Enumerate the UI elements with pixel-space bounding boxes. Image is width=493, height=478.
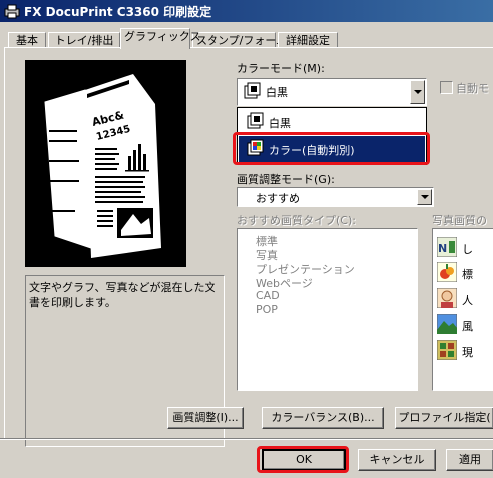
tab-graphics[interactable]: グラフィックス (120, 28, 200, 49)
photo-quality-item-label: 人 (462, 294, 473, 307)
color-mode-label: カラーモード(M): (237, 62, 325, 75)
auto-mode-label: 自動モ (456, 82, 489, 95)
tab-stamp-form[interactable]: スタンプ/フォーム (192, 32, 287, 48)
window-title: FX DocuPrint C3360 印刷設定 (24, 5, 212, 19)
photo-quality-list[interactable]: N し 標 人 風 現 (432, 228, 493, 391)
text-photo-icon: N (437, 237, 457, 257)
apply-button[interactable]: 適用 (446, 449, 493, 471)
list-item[interactable]: 現 (437, 340, 493, 362)
list-item[interactable]: 人 (437, 288, 493, 310)
recommended-types-label: おすすめ画質タイプ(C): (237, 214, 356, 227)
list-item[interactable]: 風 (437, 314, 493, 336)
photo-quality-label: 写真画質の (432, 214, 487, 227)
grid-icon (437, 340, 457, 360)
tab-tray-output[interactable]: トレイ/排出 (48, 32, 120, 48)
quality-adjust-button[interactable]: 画質調整(I)... (167, 407, 244, 429)
list-item[interactable]: 標 (437, 262, 493, 284)
separator (0, 438, 493, 440)
person-icon (437, 288, 457, 308)
option-label: 白黒 (269, 117, 291, 130)
color-mode-option-mono[interactable]: 白黒 (239, 109, 425, 135)
auto-mode-checkbox[interactable] (440, 81, 453, 94)
color-mode-option-color-auto[interactable]: カラー(自動判別) (239, 136, 425, 162)
cancel-button[interactable]: キャンセル (358, 449, 436, 471)
photo-quality-item-label: 標 (462, 268, 473, 281)
list-item[interactable]: N し (437, 237, 493, 259)
color-mode-value: 白黒 (266, 86, 288, 99)
color-mode-select[interactable]: 白黒 (237, 78, 427, 106)
recommended-types-list[interactable]: 標準 写真 プレゼンテーション Webページ CAD POP (237, 228, 418, 391)
chevron-down-icon[interactable] (417, 189, 432, 205)
photo-quality-item-label: 現 (462, 346, 473, 359)
ok-button[interactable]: OK (262, 449, 346, 471)
profile-button[interactable]: プロファイル指定( (395, 407, 493, 429)
tab-strip: 基本 トレイ/排出 グラフィックス スタンプ/フォーム 詳細設定 (0, 28, 493, 49)
color-balance-button[interactable]: カラーバランス(B)... (262, 407, 384, 429)
printer-icon (4, 4, 20, 19)
tab-basic[interactable]: 基本 (8, 32, 46, 48)
option-label: カラー(自動判別) (269, 144, 355, 157)
photo-quality-item-label: 風 (462, 320, 473, 333)
tab-advanced[interactable]: 詳細設定 (278, 32, 338, 48)
list-item[interactable]: CAD (256, 289, 280, 302)
quality-mode-select[interactable]: おすすめ (237, 187, 434, 207)
color-mode-dropdown: 白黒 カラー(自動判別) (237, 107, 427, 165)
mono-mode-icon (244, 82, 261, 99)
landscape-icon (437, 314, 457, 334)
list-item[interactable]: POP (256, 303, 278, 316)
chevron-down-icon[interactable] (410, 80, 425, 104)
color-mode-icon (247, 139, 264, 156)
mono-mode-icon (247, 112, 264, 129)
quality-mode-label: 画質調整モード(G): (237, 173, 335, 186)
fruit-icon (437, 262, 457, 282)
quality-mode-value: おすすめ (256, 192, 300, 205)
preview-image: Abc& 12345 (25, 60, 186, 267)
title-bar: FX DocuPrint C3360 印刷設定 (0, 0, 493, 22)
svg-text:N: N (438, 242, 447, 255)
document-preview-illustration: Abc& 12345 (44, 68, 161, 260)
photo-quality-item-label: し (462, 243, 473, 256)
